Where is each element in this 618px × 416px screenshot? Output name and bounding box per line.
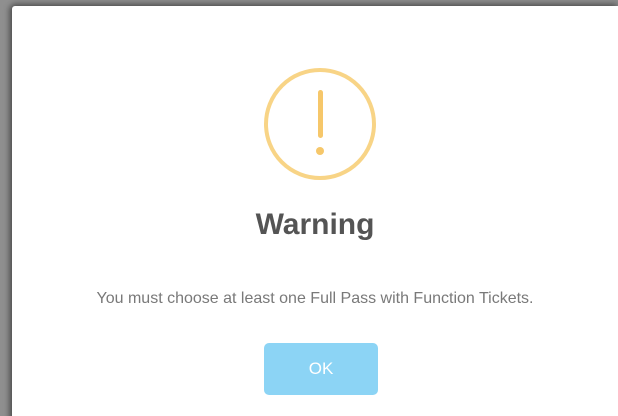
dialog-title: Warning [255,208,375,241]
warning-icon [264,68,376,180]
dialog-message: You must choose at least one Full Pass w… [96,290,534,307]
page-overlay: Warning You must choose at least one Ful… [0,0,618,416]
exclamation-dot [316,147,324,155]
warning-dialog: Warning You must choose at least one Ful… [12,6,618,416]
ok-button[interactable]: OK [264,343,378,395]
exclamation-bar [317,90,323,138]
